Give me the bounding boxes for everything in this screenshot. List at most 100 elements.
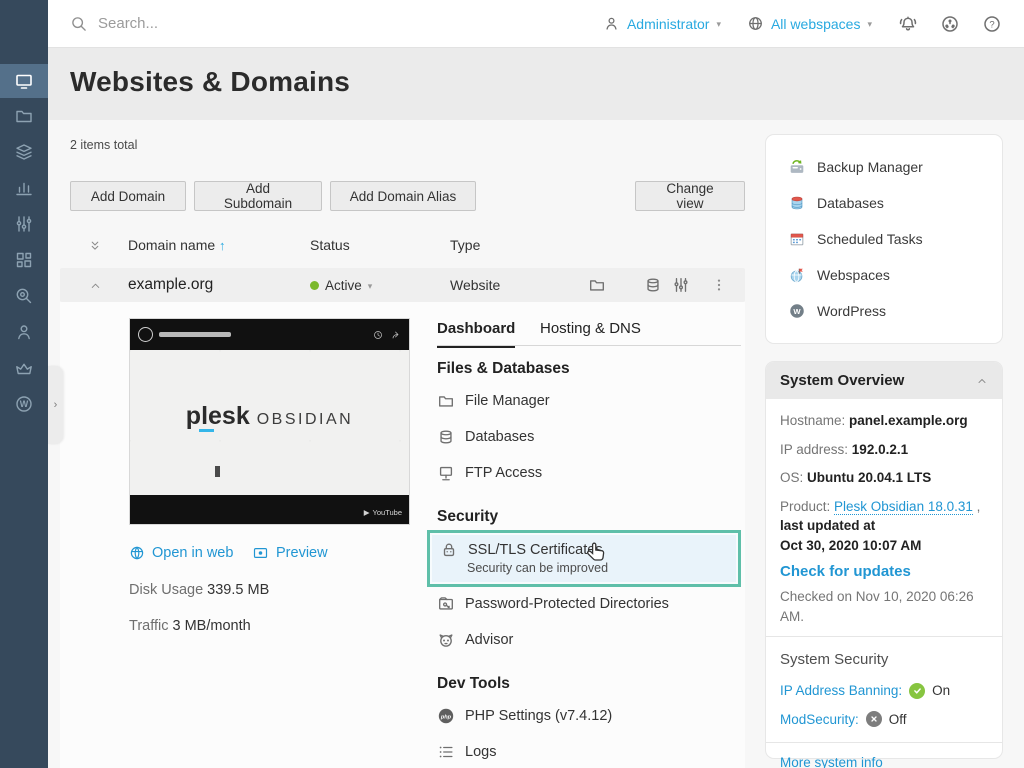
- sidebar-item-wordpress[interactable]: W: [0, 386, 48, 422]
- ip-address-banning-link[interactable]: IP Address Banning:: [780, 681, 902, 701]
- traffic-label: Traffic: [129, 618, 173, 634]
- databases-quick-link[interactable]: Databases: [766, 185, 1002, 221]
- backup-manager-link[interactable]: Backup Manager: [766, 149, 1002, 185]
- plesk-obsidian-logo: pleskOBSIDIAN: [130, 402, 409, 431]
- system-overview-body: Hostname: panel.example.org IP address: …: [766, 399, 1002, 636]
- scheduled-tasks-link[interactable]: Scheduled Tasks: [766, 221, 1002, 257]
- eye-icon: [252, 545, 269, 561]
- add-domain-button[interactable]: Add Domain: [70, 181, 186, 211]
- notifications-button[interactable]: [898, 14, 918, 34]
- user-menu[interactable]: Administrator ▾: [603, 15, 721, 32]
- collapse-all-control[interactable]: [88, 239, 102, 253]
- system-overview-header[interactable]: System Overview: [766, 362, 1002, 399]
- add-domain-alias-button[interactable]: Add Domain Alias: [330, 181, 476, 211]
- databases-link[interactable]: Databases: [437, 428, 534, 446]
- wordpress-quick-link[interactable]: W WordPress: [766, 293, 1002, 329]
- row-databases-button[interactable]: [644, 268, 662, 302]
- last-checked-note: Checked on Nov 10, 2020 06:26 AM.: [780, 587, 988, 626]
- watch-later-icon: [373, 330, 383, 340]
- status-dropdown[interactable]: Active ▾: [310, 268, 372, 302]
- help-button[interactable]: ?: [982, 14, 1002, 34]
- tab-divider: [437, 345, 741, 346]
- backup-manager-label: Backup Manager: [817, 159, 923, 175]
- page-header: Websites & Domains: [48, 48, 1024, 120]
- webspaces-label: Webspaces: [817, 267, 890, 283]
- search-input[interactable]: [98, 15, 398, 32]
- sidebar-item-seo-toolkit[interactable]: [0, 278, 48, 314]
- sidebar-item-plesk-premium[interactable]: [0, 350, 48, 386]
- webspace-selector[interactable]: All webspaces ▾: [747, 15, 872, 32]
- domain-type: Website: [450, 268, 500, 302]
- modsecurity-row: ModSecurity: Off: [780, 710, 988, 730]
- ftp-access-link[interactable]: FTP Access: [437, 464, 542, 482]
- search-box[interactable]: [70, 15, 603, 33]
- hostname-value: panel.example.org: [849, 413, 968, 428]
- last-updated-date: Oct 30, 2020 10:07 AM: [780, 538, 921, 553]
- row-file-manager-button[interactable]: [588, 268, 606, 302]
- sidebar-expand-handle[interactable]: ›: [48, 366, 63, 444]
- preview-link[interactable]: Preview: [252, 545, 328, 561]
- promo-video-thumbnail[interactable]: pleskOBSIDIAN ▶YouTube: [129, 318, 410, 525]
- password-protected-directories-link[interactable]: Password-Protected Directories: [437, 595, 669, 613]
- advisor-link[interactable]: Advisor: [437, 631, 513, 649]
- webspaces-link[interactable]: Webspaces: [766, 257, 1002, 293]
- open-in-web-link[interactable]: Open in web: [129, 545, 233, 561]
- whats-new-button[interactable]: [940, 14, 960, 34]
- wordpress-quick-label: WordPress: [817, 303, 886, 319]
- file-manager-link[interactable]: File Manager: [437, 392, 550, 410]
- video-title-placeholder: [159, 332, 231, 337]
- tab-dashboard[interactable]: Dashboard: [437, 320, 515, 348]
- youtube-logo: ▶YouTube: [364, 508, 402, 517]
- tab-hosting-dns[interactable]: Hosting & DNS: [540, 320, 641, 345]
- column-header-type[interactable]: Type: [450, 237, 480, 253]
- ip-banning-row: IP Address Banning: On: [780, 681, 988, 701]
- globe-icon: [747, 15, 764, 32]
- ssl-tls-certificates-link[interactable]: SSL/TLS Certificates Security can be imp…: [427, 530, 741, 587]
- column-header-domain-label: Domain name: [128, 237, 215, 253]
- sidebar-item-websites-domains[interactable]: [0, 64, 48, 98]
- logs-link[interactable]: Logs: [437, 743, 496, 761]
- youtube-label: YouTube: [373, 508, 402, 517]
- row-hosting-settings-button[interactable]: [672, 268, 690, 302]
- domain-name-link[interactable]: example.org: [128, 268, 213, 302]
- lock-icon: [440, 541, 458, 559]
- row-more-menu-button[interactable]: [711, 268, 727, 302]
- column-header-domain[interactable]: Domain name ↑: [128, 237, 226, 253]
- grid-icon: [14, 250, 34, 270]
- modsecurity-link[interactable]: ModSecurity:: [780, 710, 859, 730]
- logs-list-icon: [437, 743, 455, 761]
- video-frame: pleskOBSIDIAN: [130, 350, 409, 495]
- add-subdomain-button[interactable]: Add Subdomain: [194, 181, 322, 211]
- sidebar-item-layers[interactable]: [0, 134, 48, 170]
- double-chevron-down-icon: [88, 239, 102, 253]
- section-files-databases: Files & Databases: [437, 360, 570, 378]
- databases-label: Databases: [465, 429, 534, 445]
- password-protected-directories-label: Password-Protected Directories: [465, 596, 669, 612]
- change-view-button[interactable]: Change view: [635, 181, 745, 211]
- bell-icon: [898, 14, 918, 34]
- sidebar-item-files[interactable]: [0, 98, 48, 134]
- preview-label: Preview: [276, 545, 328, 561]
- check-for-updates-link[interactable]: Check for updates: [780, 561, 988, 583]
- user-icon: [14, 322, 34, 342]
- more-info-footer: More system info: [766, 743, 1002, 768]
- status-label: Active: [325, 278, 362, 293]
- sidebar-item-users[interactable]: [0, 314, 48, 350]
- more-system-info-link[interactable]: More system info: [780, 755, 883, 768]
- ball-icon: [940, 14, 960, 34]
- ftp-icon: [437, 464, 455, 482]
- php-settings-link[interactable]: php PHP Settings (v7.4.12): [437, 707, 612, 725]
- sidebar-item-statistics[interactable]: [0, 170, 48, 206]
- os-value: Ubuntu 20.04.1 LTS: [807, 470, 931, 485]
- os-line: OS: Ubuntu 20.04.1 LTS: [780, 468, 988, 488]
- crown-icon: [14, 358, 34, 378]
- column-header-status[interactable]: Status: [310, 237, 350, 253]
- product-version-link[interactable]: Plesk Obsidian 18.0.31: [834, 499, 973, 515]
- scheduled-tasks-icon: [788, 230, 806, 248]
- collapse-chevron-icon: [976, 375, 988, 387]
- collapse-row-control[interactable]: [89, 268, 102, 302]
- sidebar-item-tools-settings[interactable]: [0, 206, 48, 242]
- folder-icon: [437, 392, 455, 410]
- traffic-value: 3 MB/month: [173, 618, 251, 634]
- sidebar-item-extensions[interactable]: [0, 242, 48, 278]
